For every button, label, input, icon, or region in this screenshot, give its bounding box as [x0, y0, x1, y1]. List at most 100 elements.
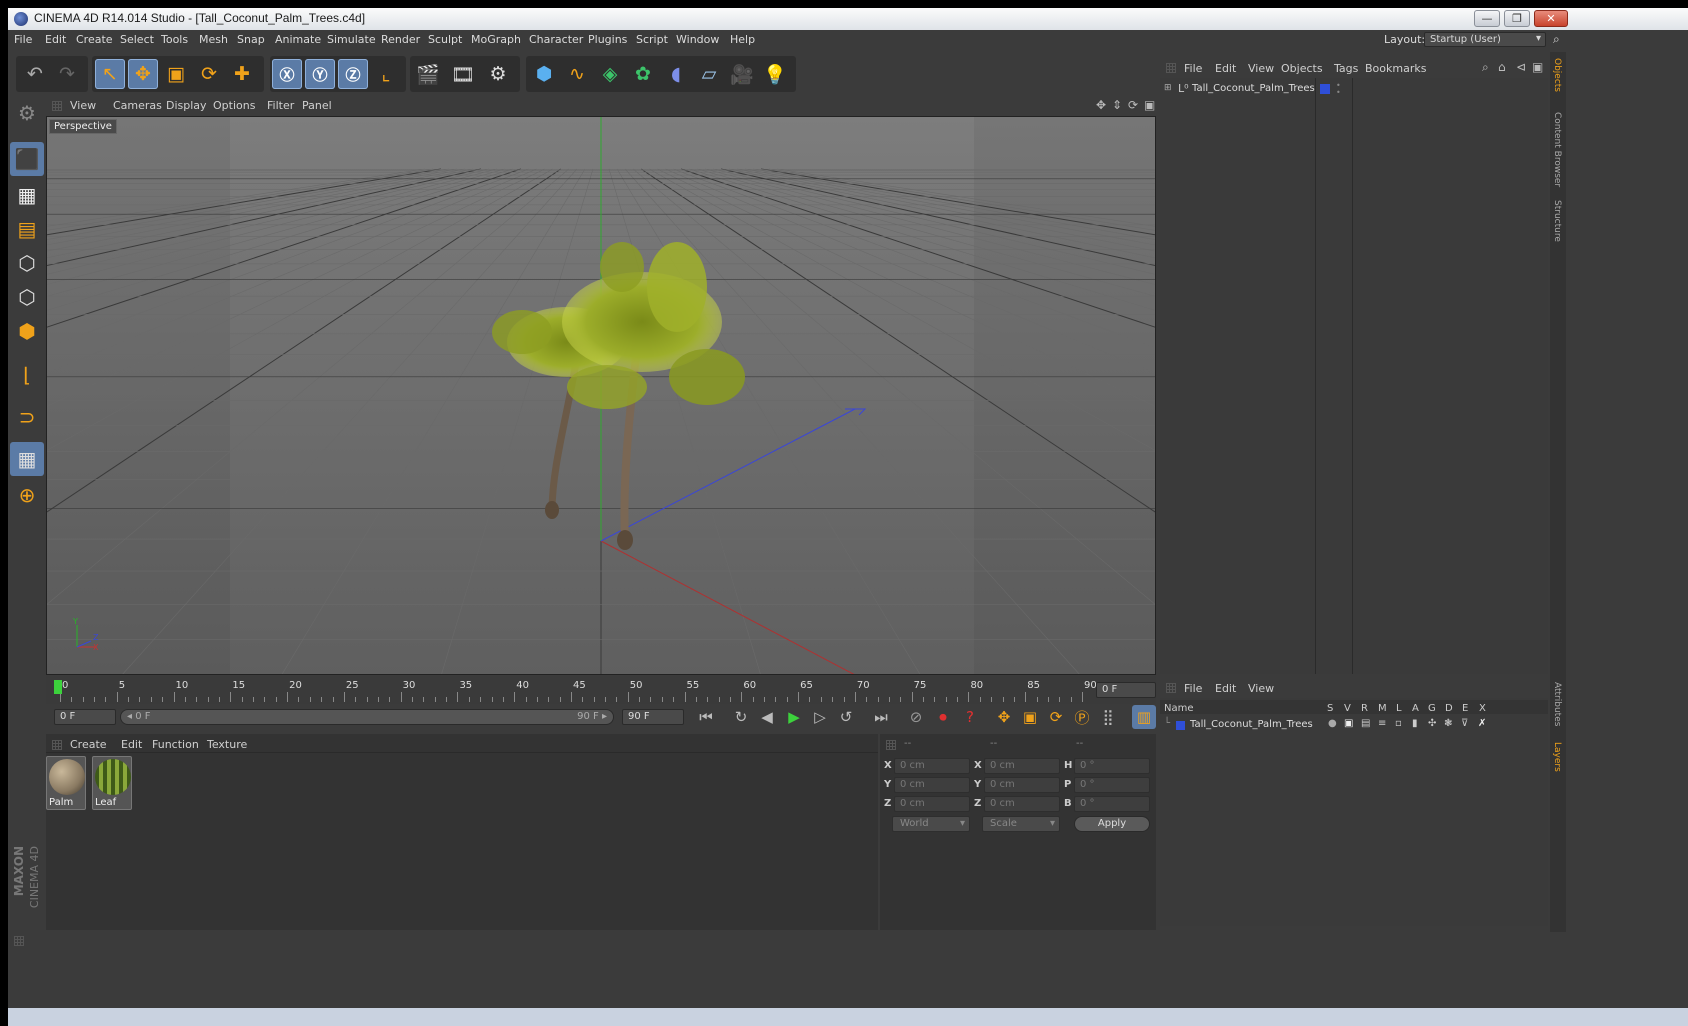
coordinate-space-dropdown[interactable]: World ▾ [892, 816, 970, 832]
material-menu-create[interactable]: Create [70, 738, 107, 751]
menu-simulate[interactable]: Simulate [327, 33, 376, 46]
om-menu-bookmarks[interactable]: Bookmarks [1365, 62, 1426, 75]
viewport-menu-options[interactable]: Options [213, 99, 255, 112]
menu-file[interactable]: File [14, 33, 32, 46]
timeline-icon[interactable]: ▥ [1132, 705, 1156, 729]
coordinate-system-icon[interactable]: ⌞ [371, 59, 401, 89]
tab-objects[interactable]: Objects [1552, 58, 1562, 92]
key-rotate-icon[interactable]: ⟳ [1044, 705, 1068, 729]
size-mode-dropdown[interactable]: Scale ▾ [982, 816, 1060, 832]
menu-script[interactable]: Script [636, 33, 668, 46]
coord-field[interactable]: 0 cm [894, 796, 970, 812]
search-icon[interactable]: ⌕ [1553, 32, 1560, 47]
axis-icon[interactable]: ⌊ [10, 358, 44, 392]
layer-col-locked[interactable]: L [1396, 703, 1402, 714]
search-icon[interactable]: ⌕ [1482, 60, 1489, 75]
coord-field[interactable]: 0 cm [984, 758, 1060, 774]
model-mode-icon[interactable]: ⬛ [10, 142, 44, 176]
tab-content-browser[interactable]: Content Browser [1552, 112, 1562, 187]
manager-toggle-icon[interactable]: ≡ [1378, 718, 1386, 729]
material-menu-texture[interactable]: Texture [207, 738, 247, 751]
zoom-view-icon[interactable]: ⇕ [1112, 98, 1122, 112]
key-move-icon[interactable]: ✥ [992, 705, 1016, 729]
select-arrow-icon[interactable]: ↖ [95, 59, 125, 89]
step-back-icon[interactable]: ◀ [755, 705, 779, 729]
autokey-icon[interactable]: ⏺ [931, 705, 955, 729]
menu-edit[interactable]: Edit [45, 33, 66, 46]
layer-color-swatch[interactable] [1320, 84, 1330, 94]
layer-color-swatch[interactable] [1176, 721, 1185, 730]
menu-sculpt[interactable]: Sculpt [428, 33, 462, 46]
deformer-icon[interactable]: ◖ [661, 59, 691, 89]
menu-mograph[interactable]: MoGraph [471, 33, 521, 46]
close-button[interactable]: ✕ [1534, 10, 1568, 27]
expressions-toggle-icon[interactable]: ⊽ [1461, 718, 1468, 729]
layer-row[interactable]: └ Tall_Coconut_Palm_Trees ● ▣ ▤ ≡ ▫ ▮ ✣ … [1164, 718, 1544, 734]
record-icon[interactable]: ⊘ [904, 705, 928, 729]
points-mode-icon[interactable]: ⬡ [10, 246, 44, 280]
expand-icon[interactable]: ⊞ [1164, 83, 1172, 93]
om-menu-tags[interactable]: Tags [1334, 62, 1358, 75]
coord-field[interactable]: 0 ° [1074, 777, 1150, 793]
z-axis-icon[interactable]: Ⓩ [338, 59, 368, 89]
lock-toggle-icon[interactable]: ▫ [1395, 718, 1402, 729]
make-editable-icon[interactable]: ⚙ [10, 96, 44, 130]
add-icon[interactable]: ✚ [227, 59, 257, 89]
restore-button[interactable]: ❐ [1504, 10, 1530, 27]
lm-menu-view[interactable]: View [1248, 682, 1274, 695]
current-frame-field[interactable]: 0 F [1096, 682, 1156, 698]
y-axis-icon[interactable]: Ⓨ [305, 59, 335, 89]
menu-render[interactable]: Render [381, 33, 420, 46]
go-to-end-icon[interactable]: ⏭ [869, 705, 893, 729]
tab-attributes[interactable]: Attributes [1552, 682, 1562, 726]
floor-icon[interactable]: ▱ [694, 59, 724, 89]
menu-snap[interactable]: Snap [237, 33, 265, 46]
coord-field[interactable]: 0 cm [984, 777, 1060, 793]
material-menu-edit[interactable]: Edit [121, 738, 142, 751]
rotate-icon[interactable]: ⟳ [194, 59, 224, 89]
om-menu-file[interactable]: File [1184, 62, 1202, 75]
layer-col-xref[interactable]: X [1479, 703, 1486, 714]
generators-toggle-icon[interactable]: ✣ [1428, 718, 1436, 729]
array-icon[interactable]: ✿ [628, 59, 658, 89]
start-frame-field[interactable]: 0 F [54, 709, 116, 725]
home-icon[interactable]: ⌂ [1498, 60, 1506, 74]
material-leaf[interactable]: Leaf [92, 756, 132, 810]
layout-dropdown[interactable]: Startup (User) ▾ [1424, 32, 1546, 47]
coord-field[interactable]: 0 cm [894, 777, 970, 793]
snap-grid-icon[interactable]: ▦ [10, 442, 44, 476]
menu-help[interactable]: Help [730, 33, 755, 46]
maximize-view-icon[interactable]: ▣ [1144, 98, 1155, 112]
layer-col-deformers[interactable]: D [1445, 703, 1453, 714]
viewport-menu-cameras[interactable]: Cameras [113, 99, 162, 112]
layer-name[interactable]: Tall_Coconut_Palm_Trees [1190, 719, 1313, 730]
layer-col-expressions[interactable]: E [1462, 703, 1468, 714]
menu-animate[interactable]: Animate [275, 33, 321, 46]
minimize-button[interactable]: — [1474, 10, 1500, 27]
back-icon[interactable]: ⊲ [1516, 60, 1526, 74]
render-to-picture-viewer-icon[interactable]: 🎞 [448, 59, 478, 89]
polygons-mode-icon[interactable]: ⬢ [10, 314, 44, 348]
render-view-icon[interactable]: 🎬 [413, 59, 443, 89]
viewport-menu-filter[interactable]: Filter [267, 99, 294, 112]
menu-tools[interactable]: Tools [161, 33, 188, 46]
apply-button[interactable]: Apply [1074, 816, 1150, 832]
new-view-icon[interactable]: ▣ [1532, 60, 1543, 74]
key-help-icon[interactable]: ? [958, 705, 982, 729]
magnet-icon[interactable]: ⊃ [10, 400, 44, 434]
timeline-ruler[interactable]: 0 5 10 15 20 25 30 35 40 45 50 55 60 65 70 75 80 85 90 0 F [46, 676, 1156, 704]
layer-col-render[interactable]: R [1361, 703, 1368, 714]
tab-structure[interactable]: Structure [1552, 200, 1562, 242]
viewport-menu-display[interactable]: Display [166, 99, 207, 112]
range-slider[interactable]: ◂ 0 F 90 F ▸ [120, 709, 614, 725]
move-icon[interactable]: ✥ [128, 59, 158, 89]
lm-menu-file[interactable]: File [1184, 682, 1202, 695]
menu-mesh[interactable]: Mesh [199, 33, 228, 46]
nurbs-icon[interactable]: ◈ [595, 59, 625, 89]
tab-layers[interactable]: Layers [1552, 742, 1562, 772]
coord-field[interactable]: 0 cm [984, 796, 1060, 812]
om-menu-view[interactable]: View [1248, 62, 1274, 75]
scale-icon[interactable]: ▣ [161, 59, 191, 89]
step-forward-icon[interactable]: ▷ [808, 705, 832, 729]
layer-col-view[interactable]: V [1344, 703, 1351, 714]
